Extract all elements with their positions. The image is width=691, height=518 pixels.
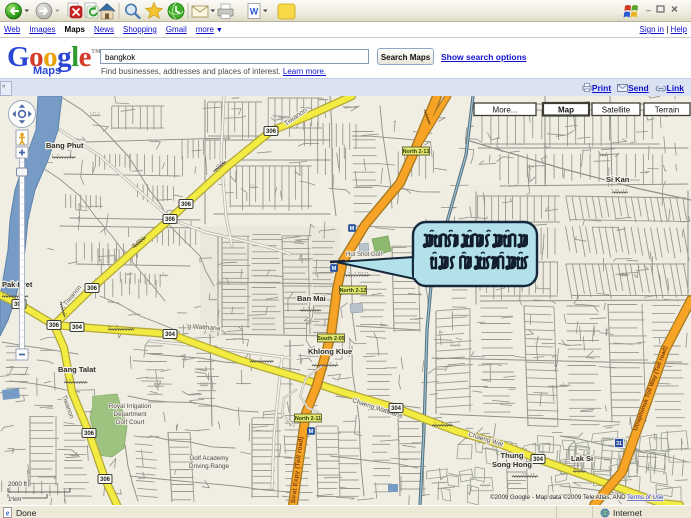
svg-text:306: 306 [84,431,95,437]
svg-text:W: W [250,7,259,17]
svg-text:Pak Kret: Pak Kret [2,280,33,289]
svg-text:M: M [309,429,314,435]
svg-text:Lak Si: Lak Si [571,454,593,463]
svg-text:1 km: 1 km [8,496,21,503]
svg-text:Satellite: Satellite [602,106,631,115]
svg-text:306: 306 [100,477,111,483]
svg-text:Hut Shot Golf: Hut Shot Golf [346,252,382,258]
svg-text:North 2-11: North 2-11 [295,416,321,422]
svg-text:Terms of Use: Terms of Use [627,494,664,501]
svg-text:–: – [646,5,651,15]
svg-text:306: 306 [266,129,277,135]
svg-text:More...: More... [493,106,518,115]
svg-text:M: M [332,266,337,272]
svg-text:North 2-13: North 2-13 [403,149,430,155]
svg-text:South 2-05: South 2-05 [317,336,345,342]
svg-text:Bang Talat: Bang Talat [58,365,96,374]
svg-text:Golf Court: Golf Court [116,419,145,426]
svg-text:Royal Irrigation: Royal Irrigation [109,403,152,410]
svg-text:Golf Academy: Golf Academy [189,455,229,462]
svg-text:Department: Department [114,411,147,418]
svg-text:2000 ft: 2000 ft [8,481,27,488]
svg-text:Song Hong: Song Hong [492,460,532,469]
svg-text:304: 304 [72,325,83,331]
svg-text:©2009 Google - Map data ©2009: ©2009 Google - Map data ©2009 Tele Atlas… [490,494,629,501]
svg-text:306: 306 [165,217,176,223]
svg-text:e: e [6,509,10,518]
svg-text:306: 306 [87,286,98,292]
svg-text:31: 31 [616,441,622,447]
svg-text:Bang Phut: Bang Phut [46,141,84,150]
svg-text:306: 306 [49,323,60,329]
svg-text:Khlong Klue: Khlong Klue [308,347,352,356]
svg-text:Driving Range: Driving Range [189,463,229,470]
svg-text:Si Kan: Si Kan [606,175,630,184]
svg-text:M: M [350,226,355,232]
svg-text:Ban Mai: Ban Mai [297,294,326,303]
svg-text:304: 304 [391,406,402,412]
svg-text:306: 306 [181,202,192,208]
svg-text:Map: Map [558,106,574,115]
svg-text:Thung: Thung [501,451,524,460]
svg-text:North 2-12: North 2-12 [340,288,367,294]
svg-text:304: 304 [533,457,544,463]
svg-text:Terrain: Terrain [655,106,679,115]
svg-text:304: 304 [165,332,176,338]
